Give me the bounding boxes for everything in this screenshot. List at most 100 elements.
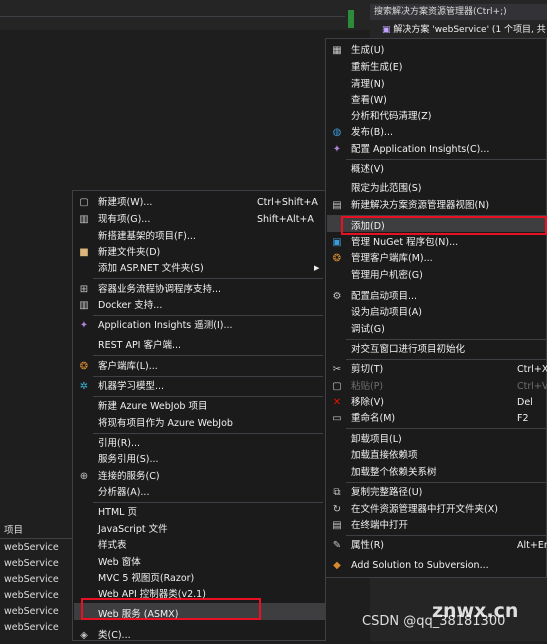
scrollbar-marker[interactable] [348,10,354,28]
submenu-item[interactable]: ▥ Docker 支持... [73,297,325,314]
submenu-item[interactable]: ⊕ 连接的服务(C) [73,468,325,485]
submenu-item-label: MVC 5 视图页(Razor) [98,573,195,584]
menu-item-label: 管理用户机密(G) [351,270,423,281]
menu-item[interactable]: ▤ 在终端中打开 [326,517,547,534]
menu-item[interactable]: ▭ 重命名(M) F2 [326,410,547,427]
menu-item[interactable]: ▤ 新建解决方案资源管理器视图(N) [326,197,547,214]
insights-icon: ✦ [79,320,89,331]
submenu-item[interactable]: 样式表 [73,537,325,554]
submenu-item-label: 新建项(W)... [98,197,153,208]
submenu-item-label: 类(C)... [98,630,131,641]
menu-separator [346,535,546,536]
menu-item[interactable]: ⧉ 复制完整路径(U) [326,484,547,501]
menu-item[interactable]: ✂ 剪切(T) Ctrl+X [326,361,547,378]
menu-item[interactable]: 卸载项目(L) [326,431,547,448]
submenu-item[interactable]: ❂ 客户端库(L)... [73,358,325,375]
menu-item-label: 配置 Application Insights(C)... [351,144,490,155]
menu-separator [346,359,546,360]
menu-item[interactable]: ▦ 生成(U) [326,42,547,59]
remove-icon: ✕ [332,397,342,408]
submenu-item-label: Application Insights 遥测(I)... [98,320,233,331]
menu-item[interactable]: ✎ 属性(R) Alt+Ent [326,537,547,554]
menu-item[interactable]: 查看(W) [326,92,547,109]
folder-icon: ■ [79,247,89,258]
submenu-item[interactable]: 引用(R)... [73,435,325,452]
menu-item-label: 对交互窗口进行项目初始化 [351,344,466,355]
menu-item[interactable]: ✕ 移除(V) Del [326,394,547,411]
submenu-item-label: 分析器(A)... [98,487,150,498]
list-item[interactable]: webService [4,588,59,604]
menu-item[interactable]: 分析和代码清理(Z) [326,108,547,125]
submenu-item[interactable]: MVC 5 视图页(Razor) [73,570,325,587]
submenu-item[interactable]: 新搭建基架的项目(F)... [73,228,325,245]
submenu-item[interactable]: ▥ 现有项(G)... Shift+Alt+A [73,211,325,228]
submenu-item[interactable]: JavaScript 文件 [73,521,325,538]
menu-item[interactable]: 加载整个依赖关系树 [326,464,547,481]
submenu-item[interactable]: REST API 客户端... [73,337,325,354]
submenu-item[interactable]: ■ 新建文件夹(D) [73,244,325,261]
submenu-item-label: 现有项(G)... [98,214,151,225]
chevron-right-icon: ▶ [314,264,320,272]
rename-icon: ▭ [332,413,342,424]
menu-separator [93,502,323,503]
submenu-item[interactable]: ✲ 机器学习模型... [73,378,325,395]
submenu-item[interactable]: Web 服务 (ASMX) [73,606,325,623]
menu-item[interactable]: 设为启动项目(A) [326,304,547,321]
menu-item-shortcut: Del [517,397,533,408]
menu-item[interactable]: 管理用户机密(G) [326,267,547,284]
solution-search-input[interactable]: 搜索解决方案资源管理器(Ctrl+;) [370,4,547,20]
submenu-item[interactable]: 分析器(A)... [73,484,325,501]
menu-item[interactable]: 重新生成(E) [326,59,547,76]
solution-node[interactable]: ▣ 解决方案 'webService' (1 个项目, 共 [382,22,547,38]
submenu-item[interactable]: ◈ 类(C)... [73,627,325,644]
menu-item[interactable]: ◍ 发布(B)... [326,124,547,141]
menu-item[interactable]: ▣ 管理 NuGet 程序包(N)... [326,234,547,251]
submenu-item[interactable]: 将现有项目作为 Azure WebJob [73,415,325,432]
submenu-item-label: 样式表 [98,540,127,551]
menu-item-label: 限定为此范围(S) [351,183,422,194]
menu-item[interactable]: ◆ Add Solution to Subversion... [326,557,547,574]
menu-item[interactable]: 加载直接依赖项 [326,447,547,464]
submenu-item[interactable]: 新建 Azure WebJob 项目 [73,398,325,415]
submenu-item[interactable]: 添加 ASP.NET 文件夹(S) ▶ [73,260,325,277]
list-item[interactable]: webService [4,556,59,572]
menu-separator [93,396,323,397]
menu-item[interactable]: 调试(G) [326,321,547,338]
submenu-item[interactable]: ✦ Application Insights 遥测(I)... [73,317,325,334]
menu-item[interactable]: 清理(N) [326,76,547,93]
submenu-item[interactable]: Web API 控制器类(v2.1) [73,586,325,603]
menu-item[interactable]: 限定为此范围(S) [326,180,547,197]
menu-item-label: 管理 NuGet 程序包(N)... [351,237,459,248]
list-item[interactable]: webService [4,572,59,588]
globe-icon: ◍ [332,127,342,138]
menu-item-shortcut: Alt+Ent [517,540,547,551]
connected-icon: ⊕ [79,471,89,482]
output-panel: 项目 webService webService webService webS… [0,460,80,641]
solution-icon: ▣ [382,25,391,35]
submenu-item[interactable]: ▢ 新建项(W)... Ctrl+Shift+A [73,194,325,211]
list-item[interactable]: webService [4,540,59,556]
submenu-item-label: REST API 客户端... [98,340,182,351]
menu-item[interactable]: 对交互窗口进行项目初始化 [326,341,547,358]
menu-item[interactable]: ✦ 配置 Application Insights(C)... [326,141,547,158]
submenu-item[interactable]: HTML 页 [73,504,325,521]
menu-separator [93,315,323,316]
menu-item[interactable]: ↻ 在文件资源管理器中打开文件夹(X) [326,501,547,518]
gear-icon: ⚙ [332,291,342,302]
menu-item[interactable]: ⚙ 配置启动项目... [326,288,547,305]
menu-item[interactable]: 添加(D) [326,218,547,235]
menu-item[interactable]: ▢ 粘贴(P) Ctrl+V [326,378,547,395]
menu-separator [93,376,323,377]
menu-separator [93,433,323,434]
menu-item[interactable]: 概述(V) [326,161,547,178]
column-header-project: 项目 [0,523,80,539]
list-item[interactable]: webService [4,620,59,636]
submenu-item[interactable]: ⊞ 容器业务流程协调程序支持... [73,281,325,298]
submenu-item[interactable]: Web 窗体 [73,554,325,571]
list-item[interactable]: webService [4,604,59,620]
submenu-item-label: Web 服务 (ASMX) [98,609,179,620]
menu-item[interactable]: ❂ 管理客户端库(M)... [326,250,547,267]
class-icon: ◈ [80,630,88,641]
submenu-item[interactable]: 服务引用(S)... [73,451,325,468]
menu-item-label: 清理(N) [351,79,385,90]
